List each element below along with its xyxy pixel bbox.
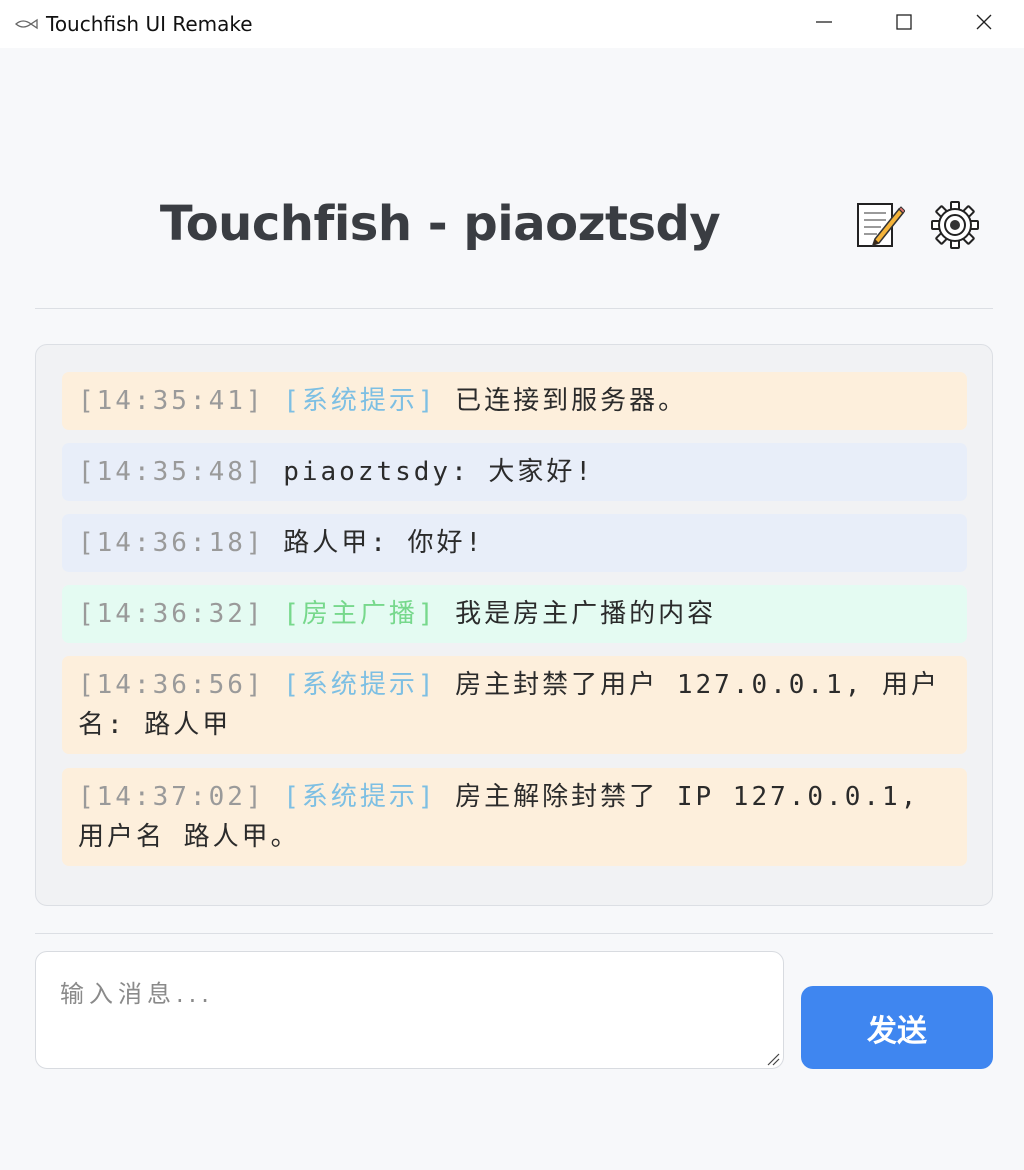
message-sender: piaoztsdy: xyxy=(283,457,470,487)
message-user: [14:36:18] 路人甲: 你好! xyxy=(62,514,967,572)
minimize-button[interactable] xyxy=(784,0,864,48)
system-tag: [系统提示] xyxy=(283,670,437,700)
gear-icon[interactable] xyxy=(928,198,982,252)
message-system: [14:36:56] [系统提示] 房主封禁了用户 127.0.0.1, 用户名… xyxy=(62,656,967,754)
message-broadcast: [14:36:32] [房主广播] 我是房主广播的内容 xyxy=(62,585,967,643)
message-system: [14:37:02] [系统提示] 房主解除封禁了 IP 127.0.0.1, … xyxy=(62,768,967,866)
message-text: 已连接到服务器。 xyxy=(455,386,688,416)
message-timestamp: [14:35:41] xyxy=(78,386,265,416)
page-title: Touchfish - piaoztsdy xyxy=(159,196,721,252)
message-text: 大家好! xyxy=(488,457,595,487)
memo-icon[interactable] xyxy=(852,198,906,252)
send-button[interactable]: 发送 xyxy=(801,986,993,1069)
window-controls xyxy=(784,0,1024,48)
close-button[interactable] xyxy=(944,0,1024,48)
header-divider xyxy=(35,308,993,309)
maximize-icon xyxy=(895,13,913,35)
minimize-icon xyxy=(815,13,833,35)
chat-log[interactable]: [14:35:41] [系统提示] 已连接到服务器。 [14:35:48] pi… xyxy=(35,344,993,906)
message-text: 我是房主广播的内容 xyxy=(455,599,717,629)
close-icon xyxy=(975,13,993,35)
resize-grip-icon[interactable] xyxy=(766,1051,780,1066)
message-user: [14:35:48] piaoztsdy: 大家好! xyxy=(62,443,967,501)
system-tag: [系统提示] xyxy=(283,386,437,416)
message-timestamp: [14:37:02] xyxy=(78,782,265,812)
title-bar: Touchfish UI Remake xyxy=(0,0,1024,48)
composer-divider xyxy=(35,933,993,934)
message-timestamp: [14:36:32] xyxy=(78,599,265,629)
message-sender: 路人甲: xyxy=(283,528,389,558)
message-timestamp: [14:36:56] xyxy=(78,670,265,700)
fish-icon xyxy=(14,17,38,31)
message-input[interactable] xyxy=(35,951,784,1069)
message-timestamp: [14:36:18] xyxy=(78,528,265,558)
window-title: Touchfish UI Remake xyxy=(46,12,253,36)
system-tag: [系统提示] xyxy=(283,782,437,812)
message-system: [14:35:41] [系统提示] 已连接到服务器。 xyxy=(62,372,967,430)
message-text: 你好! xyxy=(407,528,485,558)
maximize-button[interactable] xyxy=(864,0,944,48)
broadcast-tag: [房主广播] xyxy=(283,599,437,629)
message-timestamp: [14:35:48] xyxy=(78,457,265,487)
